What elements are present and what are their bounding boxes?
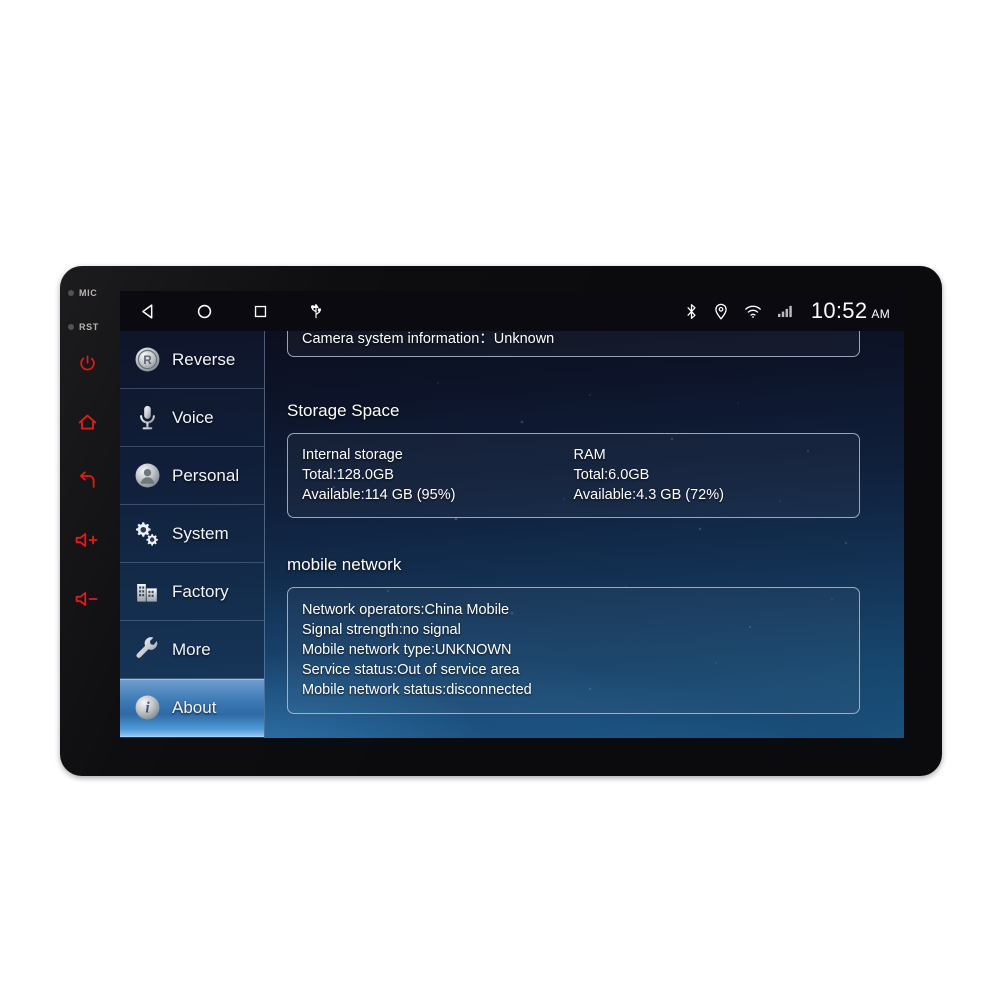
android-recents-button[interactable] bbox=[232, 291, 288, 331]
network-status-line: Mobile network status:disconnected bbox=[302, 682, 532, 698]
network-operators-line: Network operators:China Mobile bbox=[302, 602, 510, 618]
volume-up-button[interactable] bbox=[72, 527, 102, 553]
signal-bars-icon bbox=[777, 304, 795, 318]
sidebar-item-label: Reverse bbox=[172, 349, 236, 369]
sidebar-item-more[interactable]: More bbox=[120, 621, 264, 679]
mic-indicator-dot bbox=[68, 290, 74, 296]
sidebar-item-factory[interactable]: Factory bbox=[120, 563, 264, 621]
sidebar-item-about[interactable]: i About bbox=[120, 679, 264, 737]
info-icon: i bbox=[132, 693, 162, 723]
android-back-button[interactable] bbox=[120, 291, 176, 331]
microphone-icon bbox=[132, 403, 162, 433]
sidebar-item-reverse[interactable]: R Reverse bbox=[120, 331, 264, 389]
internal-storage-column: Internal storage Total:128.0GB Available… bbox=[302, 445, 574, 505]
android-status-bar: 10:52 AM bbox=[120, 291, 904, 331]
svg-text:i: i bbox=[145, 700, 150, 717]
internal-storage-total: Total:128.0GB bbox=[302, 467, 394, 483]
clock-ampm: AM bbox=[871, 307, 890, 321]
hardware-button-column: MIC RST bbox=[60, 266, 120, 776]
status-clock: 10:52 AM bbox=[811, 298, 890, 324]
car-head-unit-device: MIC RST 10:52 AM R Reverse Voice Persona… bbox=[60, 266, 942, 776]
camera-info-line: Camera system information：Unknown bbox=[302, 331, 555, 347]
bluetooth-icon bbox=[685, 303, 698, 320]
wrench-icon bbox=[132, 635, 162, 665]
android-home-button[interactable] bbox=[176, 291, 232, 331]
building-icon bbox=[132, 577, 162, 607]
signal-strength-line: Signal strength:no signal bbox=[302, 622, 461, 638]
settings-sidebar[interactable]: R Reverse Voice Personal System Factory … bbox=[120, 331, 265, 738]
sidebar-item-label: Personal bbox=[172, 465, 240, 485]
reverse-r-icon: R bbox=[132, 345, 162, 375]
sidebar-item-label: Factory bbox=[172, 581, 229, 601]
wifi-icon bbox=[744, 304, 762, 319]
mic-indicator: MIC bbox=[68, 288, 97, 298]
mobile-network-section-title: mobile network bbox=[287, 555, 402, 574]
internal-storage-heading: Internal storage bbox=[302, 447, 403, 463]
ram-column: RAM Total:6.0GB Available:4.3 GB (72%) bbox=[574, 445, 846, 505]
reset-indicator-dot bbox=[68, 324, 74, 330]
ram-available: Available:4.3 GB (72%) bbox=[573, 487, 724, 503]
gears-icon bbox=[132, 519, 162, 549]
back-button[interactable] bbox=[72, 468, 102, 494]
sidebar-item-personal[interactable]: Personal bbox=[120, 447, 264, 505]
screenshot-root: MIC RST 10:52 AM R Reverse Voice Persona… bbox=[0, 0, 1000, 1000]
location-pin-icon bbox=[714, 303, 728, 320]
sidebar-item-label: Voice bbox=[172, 407, 214, 427]
sidebar-item-voice[interactable]: Voice bbox=[120, 389, 264, 447]
reset-indicator: RST bbox=[68, 322, 99, 332]
about-content-pane: Camera system information：Unknown Storag… bbox=[265, 319, 904, 738]
clock-time: 10:52 bbox=[810, 298, 868, 323]
power-button[interactable] bbox=[72, 350, 102, 376]
status-indicators: 10:52 AM bbox=[685, 298, 904, 324]
mobile-network-card: Network operators:China Mobile Signal st… bbox=[287, 587, 860, 714]
storage-card: Internal storage Total:128.0GB Available… bbox=[287, 433, 860, 518]
storage-section-title: Storage Space bbox=[287, 401, 400, 420]
ram-total: Total:6.0GB bbox=[573, 467, 650, 483]
svg-text:R: R bbox=[143, 355, 152, 367]
service-status-line: Service status:Out of service area bbox=[302, 662, 520, 678]
internal-storage-available: Available:114 GB (95%) bbox=[302, 487, 456, 503]
volume-down-button[interactable] bbox=[72, 586, 102, 612]
sidebar-item-label: About bbox=[172, 697, 217, 717]
home-button[interactable] bbox=[72, 409, 102, 435]
reset-indicator-label: RST bbox=[79, 322, 99, 332]
usb-icon bbox=[288, 291, 344, 331]
ram-heading: RAM bbox=[573, 447, 606, 463]
sidebar-item-label: More bbox=[172, 639, 211, 659]
sidebar-scrollbar[interactable] bbox=[262, 331, 266, 738]
person-icon bbox=[132, 461, 162, 491]
network-type-line: Mobile network type:UNKNOWN bbox=[302, 642, 512, 658]
sidebar-item-system[interactable]: System bbox=[120, 505, 264, 563]
sidebar-item-label: System bbox=[172, 523, 229, 543]
mic-indicator-label: MIC bbox=[79, 288, 98, 298]
touchscreen-display: 10:52 AM R Reverse Voice Personal System… bbox=[120, 291, 904, 738]
